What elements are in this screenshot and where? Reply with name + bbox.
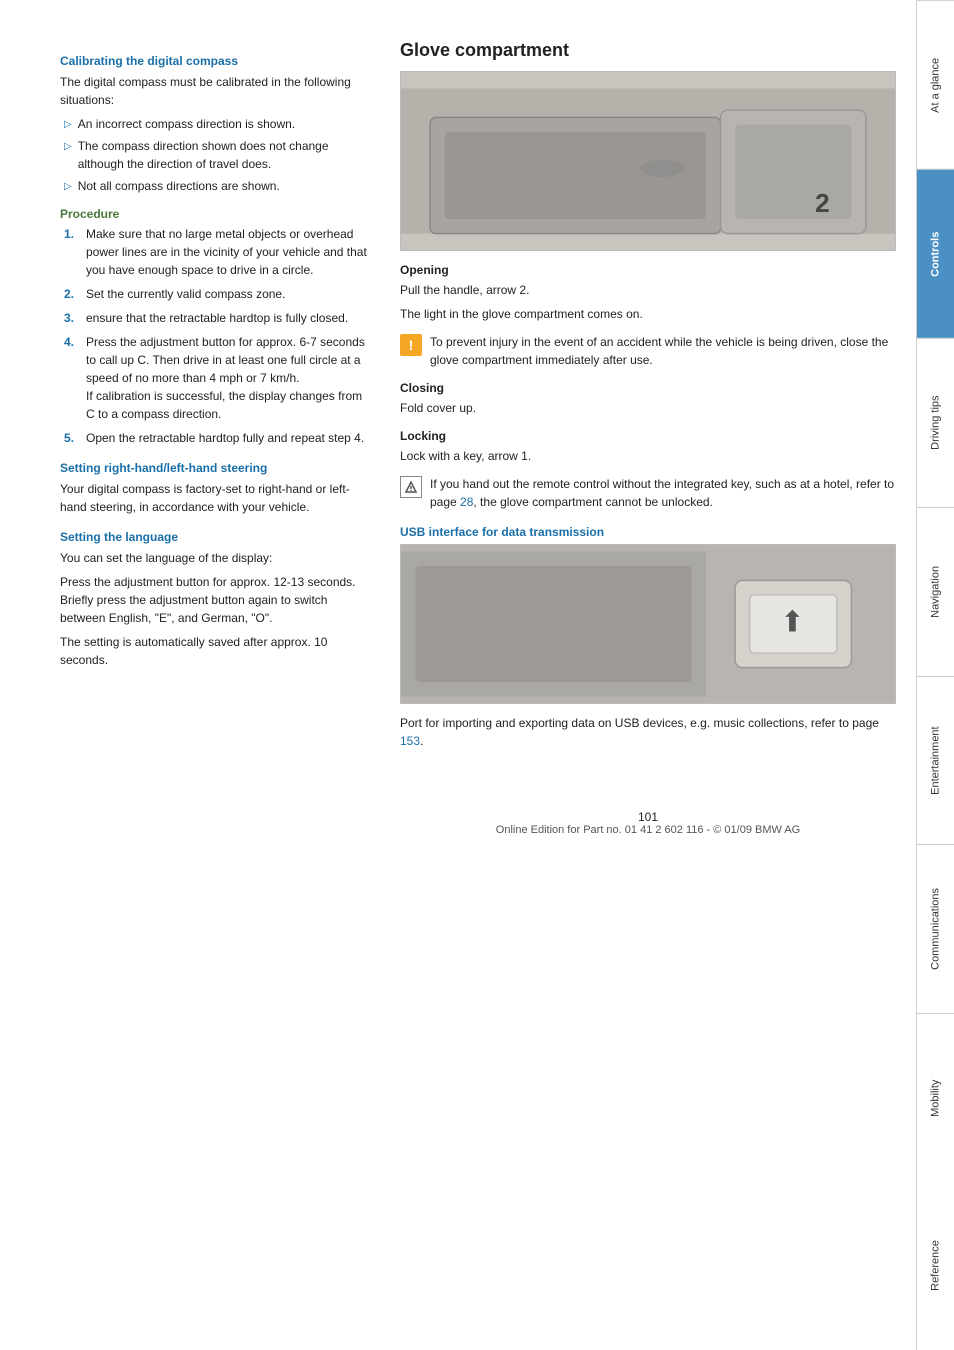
- bullet-arrow-1: ▷: [64, 117, 72, 132]
- sidebar-item-driving-tips[interactable]: Driving tips: [917, 338, 954, 507]
- left-column: Calibrating the digital compass The digi…: [60, 40, 370, 1310]
- page-container: Calibrating the digital compass The digi…: [0, 0, 954, 1350]
- steering-heading: Setting right-hand/left-hand steering: [60, 461, 370, 475]
- sidebar-item-reference[interactable]: Reference: [917, 1182, 954, 1350]
- step-text-1: Make sure that no large metal objects or…: [86, 225, 370, 279]
- step-text-2: Set the currently valid compass zone.: [86, 285, 285, 303]
- step-text-3: ensure that the retractable hardtop is f…: [86, 309, 348, 327]
- step-num-2: 2.: [64, 285, 78, 303]
- step-2: 2. Set the currently valid compass zone.: [64, 285, 370, 303]
- closing-heading: Closing: [400, 381, 896, 395]
- locking-heading: Locking: [400, 429, 896, 443]
- procedure-heading: Procedure: [60, 207, 370, 221]
- step-num-4: 4.: [64, 333, 78, 351]
- locking-note-link[interactable]: 28: [460, 495, 473, 509]
- triangle-icon: [404, 480, 418, 494]
- bullet-text-3: Not all compass directions are shown.: [78, 177, 280, 195]
- sidebar-label-driving-tips: Driving tips: [930, 395, 942, 449]
- step-5: 5. Open the retractable hardtop fully an…: [64, 429, 370, 447]
- sidebar-item-communications[interactable]: Communications: [917, 844, 954, 1013]
- sidebar-item-entertainment[interactable]: Entertainment: [917, 676, 954, 845]
- note-icon: [400, 476, 422, 498]
- closing-text: Fold cover up.: [400, 399, 896, 417]
- page-number: 101: [638, 810, 658, 824]
- step-num-5: 5.: [64, 429, 78, 447]
- usb-text: Port for importing and exporting data on…: [400, 714, 896, 750]
- language-text3: The setting is automatically saved after…: [60, 633, 370, 669]
- usb-page-link[interactable]: 153: [400, 734, 420, 748]
- glove-image: 2 TY101/003: [400, 71, 896, 251]
- step-4: 4. Press the adjustment button for appro…: [64, 333, 370, 423]
- sidebar-label-reference: Reference: [930, 1241, 942, 1292]
- main-content: Calibrating the digital compass The digi…: [0, 0, 916, 1350]
- sidebar-item-at-a-glance[interactable]: At a glance: [917, 0, 954, 169]
- procedure-list: 1. Make sure that no large metal objects…: [64, 225, 370, 447]
- steering-text: Your digital compass is factory-set to r…: [60, 480, 370, 516]
- bullet-item-2: ▷ The compass direction shown does not c…: [64, 137, 370, 173]
- language-heading: Setting the language: [60, 530, 370, 544]
- glove-svg: 2 TY101/003: [401, 72, 895, 250]
- footer-text: Online Edition for Part no. 01 41 2 602 …: [496, 824, 800, 836]
- step-num-1: 1.: [64, 225, 78, 243]
- step-text-4: Press the adjustment button for approx. …: [86, 333, 370, 423]
- usb-heading: USB interface for data transmission: [400, 525, 896, 539]
- sidebar-label-entertainment: Entertainment: [930, 726, 942, 794]
- language-text2: Press the adjustment button for approx. …: [60, 573, 370, 627]
- right-column: Glove compartment 2: [400, 40, 896, 1310]
- calibrating-bullets: ▷ An incorrect compass direction is show…: [64, 115, 370, 195]
- calibrating-intro: The digital compass must be calibrated i…: [60, 73, 370, 109]
- bullet-arrow-2: ▷: [64, 139, 72, 154]
- bullet-text-1: An incorrect compass direction is shown.: [78, 115, 295, 133]
- calibrating-heading: Calibrating the digital compass: [60, 54, 370, 68]
- usb-image: ⬆ TY101H/094: [400, 544, 896, 704]
- step-1: 1. Make sure that no large metal objects…: [64, 225, 370, 279]
- bullet-item-1: ▷ An incorrect compass direction is show…: [64, 115, 370, 133]
- glove-heading: Glove compartment: [400, 40, 896, 61]
- bullet-text-2: The compass direction shown does not cha…: [78, 137, 370, 173]
- step-text-5: Open the retractable hardtop fully and r…: [86, 429, 364, 447]
- opening-heading: Opening: [400, 263, 896, 277]
- language-text1: You can set the language of the display:: [60, 549, 370, 567]
- svg-text:2: 2: [815, 188, 830, 218]
- opening-warning: To prevent injury in the event of an acc…: [430, 333, 896, 369]
- locking-note: If you hand out the remote control witho…: [430, 475, 896, 511]
- note-box: If you hand out the remote control witho…: [400, 475, 896, 511]
- usb-svg: ⬆ TY101H/094: [401, 545, 895, 703]
- step-num-3: 3.: [64, 309, 78, 327]
- sidebar-item-controls[interactable]: Controls: [917, 169, 954, 338]
- bullet-item-3: ▷ Not all compass directions are shown.: [64, 177, 370, 195]
- step-3: 3. ensure that the retractable hardtop i…: [64, 309, 370, 327]
- glove-image-placeholder: 2 TY101/003: [401, 72, 895, 250]
- sidebar-item-navigation[interactable]: Navigation: [917, 507, 954, 676]
- warning-icon: !: [400, 334, 422, 356]
- opening-text1: Pull the handle, arrow 2.: [400, 281, 896, 299]
- bullet-arrow-3: ▷: [64, 179, 72, 194]
- page-footer: 101 Online Edition for Part no. 01 41 2 …: [400, 790, 896, 846]
- opening-text2: The light in the glove compartment comes…: [400, 305, 896, 323]
- page-footer-area: 101 Online Edition for Part no. 01 41 2 …: [400, 790, 896, 846]
- sidebar-label-communications: Communications: [930, 888, 942, 970]
- sidebar-label-controls: Controls: [930, 231, 942, 276]
- sidebar: At a glance Controls Driving tips Naviga…: [916, 0, 954, 1350]
- sidebar-item-mobility[interactable]: Mobility: [917, 1013, 954, 1182]
- warning-box: ! To prevent injury in the event of an a…: [400, 333, 896, 369]
- sidebar-label-navigation: Navigation: [930, 566, 942, 618]
- sidebar-label-mobility: Mobility: [930, 1080, 942, 1117]
- usb-image-placeholder: ⬆ TY101H/094: [401, 545, 895, 703]
- sidebar-label-at-a-glance: At a glance: [930, 57, 942, 112]
- locking-text: Lock with a key, arrow 1.: [400, 447, 896, 465]
- svg-text:⬆: ⬆: [780, 606, 804, 638]
